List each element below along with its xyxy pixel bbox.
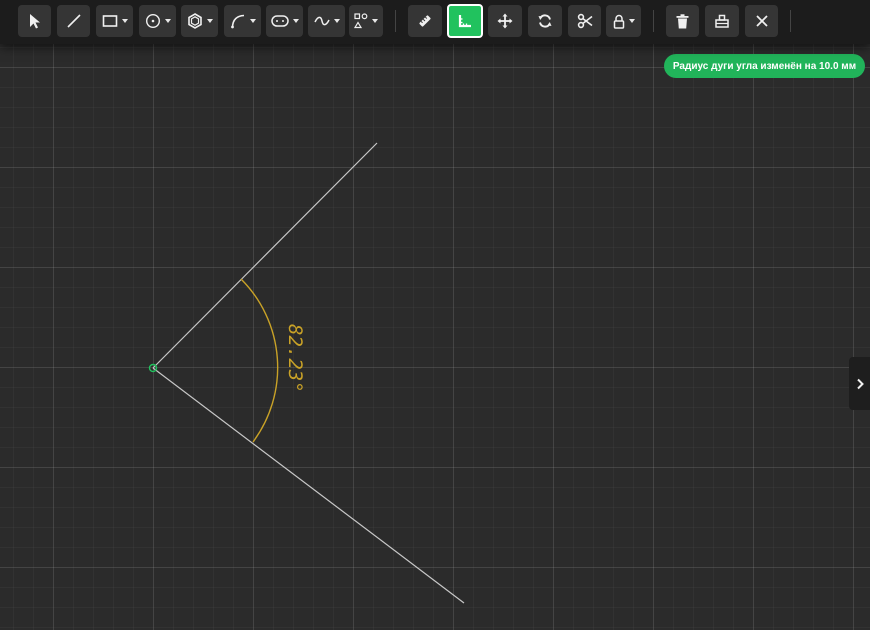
chevron-down-icon xyxy=(121,19,128,23)
cursor-arrow-icon xyxy=(29,14,40,29)
chevron-down-icon xyxy=(372,19,378,23)
toolbar xyxy=(0,0,870,44)
chevron-down-icon xyxy=(628,19,635,23)
chevron-right-icon xyxy=(856,378,864,389)
eraser-icon xyxy=(715,14,729,28)
arc-tool-button[interactable] xyxy=(224,5,261,37)
angle-dimension-arc[interactable] xyxy=(240,278,279,443)
pattern-tool-button[interactable] xyxy=(349,5,383,37)
measure-tool-button[interactable] xyxy=(408,5,442,37)
toolbar-divider xyxy=(395,10,396,32)
chevron-down-icon xyxy=(206,19,213,23)
trash-icon xyxy=(676,13,689,28)
angle-dimension-tool-button[interactable] xyxy=(447,4,483,38)
delete-button[interactable] xyxy=(666,5,699,37)
line-icon xyxy=(66,14,81,28)
circle-tool-button[interactable] xyxy=(139,5,176,37)
select-tool-button[interactable] xyxy=(18,5,51,37)
hexagon-icon xyxy=(187,13,202,29)
pattern-icon xyxy=(354,13,368,29)
rectangle-icon xyxy=(102,15,117,27)
sketch-line-lower[interactable] xyxy=(152,367,465,604)
chevron-down-icon xyxy=(164,19,171,23)
arc-icon xyxy=(230,14,244,29)
polygon-tool-button[interactable] xyxy=(181,5,218,37)
slot-tool-button[interactable] xyxy=(266,5,303,37)
angle-dimension-label[interactable]: 82.23° xyxy=(284,324,306,393)
lock-icon xyxy=(613,14,624,29)
move-icon xyxy=(497,13,513,29)
slot-icon xyxy=(270,15,289,27)
line-tool-button[interactable] xyxy=(57,5,90,37)
rotate-tool-button[interactable] xyxy=(528,5,562,37)
close-button[interactable] xyxy=(745,5,778,37)
rotate-icon xyxy=(538,14,552,28)
angle-dimension-icon xyxy=(458,15,471,28)
chevron-down-icon xyxy=(249,19,256,23)
spline-tool-button[interactable] xyxy=(308,5,345,37)
erase-button[interactable] xyxy=(705,5,739,37)
sketch-canvas[interactable]: 82.23° xyxy=(0,0,870,630)
trim-tool-button[interactable] xyxy=(568,5,601,37)
chevron-down-icon xyxy=(292,19,299,23)
spline-icon xyxy=(313,16,330,26)
close-icon xyxy=(755,15,768,27)
toolbar-divider xyxy=(790,10,791,32)
lock-tool-button[interactable] xyxy=(606,5,641,37)
rectangle-tool-button[interactable] xyxy=(96,5,133,37)
toolbar-divider xyxy=(653,10,654,32)
circle-icon xyxy=(145,13,160,29)
side-panel-toggle[interactable] xyxy=(849,357,870,410)
sketch-line-upper[interactable] xyxy=(152,142,378,369)
ruler-icon xyxy=(419,15,431,27)
scissors-icon xyxy=(577,13,592,29)
chevron-down-icon xyxy=(333,19,340,23)
move-tool-button[interactable] xyxy=(488,5,522,37)
